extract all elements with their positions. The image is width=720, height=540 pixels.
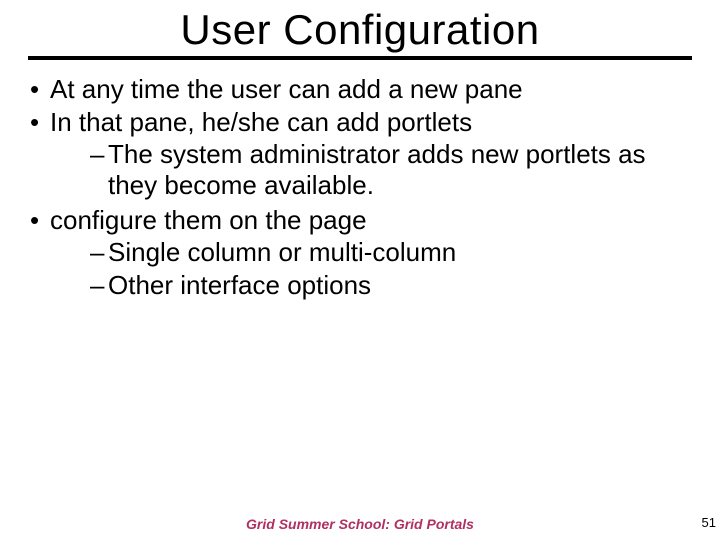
slide: User Configuration At any time the user … xyxy=(0,6,720,540)
bullet-list: At any time the user can add a new pane … xyxy=(22,74,698,301)
sub-bullet-item: Single column or multi-column xyxy=(86,237,698,268)
sub-bullet-item: The system administrator adds new portle… xyxy=(86,139,698,200)
bullet-item: At any time the user can add a new pane xyxy=(22,74,698,105)
bullet-text: configure them on the page xyxy=(50,205,367,235)
sub-bullet-text: The system administrator adds new portle… xyxy=(108,139,646,200)
bullet-item: In that pane, he/she can add portlets Th… xyxy=(22,107,698,201)
sub-bullet-text: Other interface options xyxy=(108,270,371,300)
bullet-item: configure them on the page Single column… xyxy=(22,205,698,301)
sub-bullet-list: Single column or multi-column Other inte… xyxy=(50,237,698,300)
sub-bullet-item: Other interface options xyxy=(86,270,698,301)
slide-content: At any time the user can add a new pane … xyxy=(22,74,698,301)
slide-title: User Configuration xyxy=(0,6,720,54)
sub-bullet-text: Single column or multi-column xyxy=(108,237,456,267)
footer-text: Grid Summer School: Grid Portals xyxy=(0,516,720,532)
bullet-text: In that pane, he/she can add portlets xyxy=(50,107,472,137)
sub-bullet-list: The system administrator adds new portle… xyxy=(50,139,698,200)
bullet-text: At any time the user can add a new pane xyxy=(50,74,523,104)
page-number: 51 xyxy=(702,515,716,530)
title-underline xyxy=(28,56,692,60)
